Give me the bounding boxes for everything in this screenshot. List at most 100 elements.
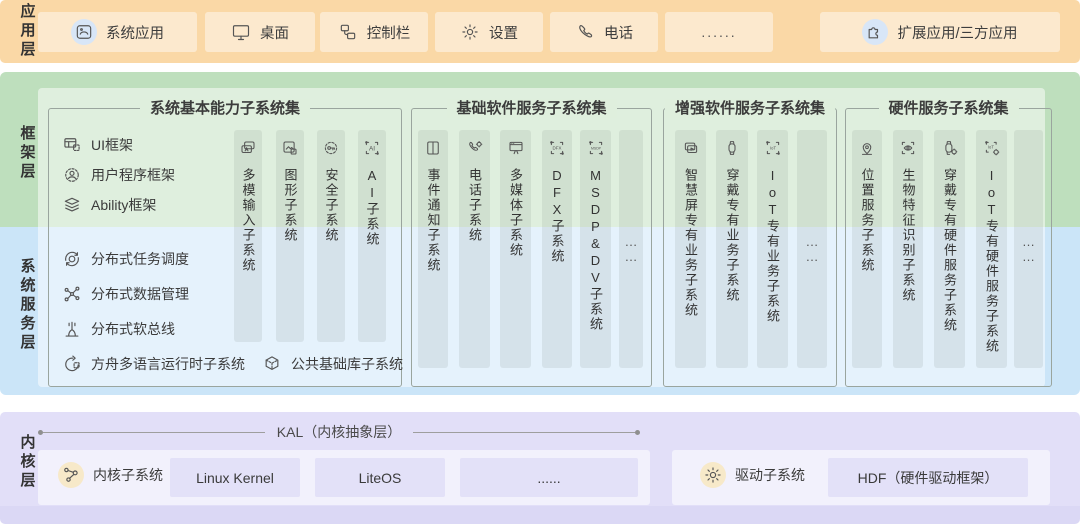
column-label: MSDP&DV子系统 <box>589 168 602 332</box>
svg-text:MSDP: MSDP <box>591 146 602 150</box>
kernel-option-more: ...... <box>460 458 638 497</box>
app-item-label: 扩展应用/三方应用 <box>897 22 1017 43</box>
setbox-title: 系统基本能力子系统集 <box>140 99 310 118</box>
ellipsis-text: …… <box>625 234 638 264</box>
column-more: …… <box>619 130 643 368</box>
hdf-box: HDF（硬件驱动框架） <box>828 458 1028 497</box>
svg-text:DFX: DFX <box>553 146 562 151</box>
service-item-ark-runtime: 方舟多语言运行时子系统 <box>62 353 245 375</box>
biometric-icon <box>899 139 917 157</box>
framework-layer-label: 框架层 <box>16 108 38 198</box>
column-label: 智慧屏专有业务子系统 <box>684 168 697 318</box>
column-label: 穿戴专有业务子系统 <box>726 168 739 303</box>
service-item-label: 分布式数据管理 <box>91 284 189 304</box>
kernel-option-linux: Linux Kernel <box>170 458 300 497</box>
common-library-icon <box>262 354 282 374</box>
column-label: IoT专有业务子系统 <box>766 168 779 324</box>
user-program-framework-icon <box>62 165 82 185</box>
column-label: 图形子系统 <box>284 168 297 243</box>
kernel-subsystem-box: 内核子系统 Linux Kernel LiteOS ...... <box>38 450 650 505</box>
kal-divider: KAL（内核抽象层） <box>38 424 640 440</box>
service-item-label: 分布式软总线 <box>91 319 175 339</box>
app-item-system-apps: 系统应用 <box>38 12 197 52</box>
framework-item-ability: Ability框架 <box>62 194 156 216</box>
column-label: 穿戴专有硬件服务子系统 <box>943 168 956 333</box>
kal-line <box>43 432 265 433</box>
iot-hardware-icon: IoT <box>983 139 1001 157</box>
driver-subsystem-box: 驱动子系统 HDF（硬件驱动框架） <box>672 450 1050 505</box>
iot-icon: IoT <box>764 139 782 157</box>
location-icon <box>858 139 876 157</box>
svg-text:AI: AI <box>369 145 375 152</box>
app-item-more: ...... <box>665 12 773 52</box>
kal-line <box>413 432 635 433</box>
app-item-label: 控制栏 <box>367 22 411 43</box>
kernel-layer-label: 内核层 <box>16 412 38 512</box>
service-item-label: 方舟多语言运行时子系统 <box>91 354 245 374</box>
app-item-label: 系统应用 <box>106 22 164 43</box>
column-more: …… <box>1014 130 1043 368</box>
kernel-subsystem-label: 内核子系统 <box>93 465 163 485</box>
service-item-task-scheduling: 分布式任务调度 <box>62 248 189 270</box>
app-item-label: 设置 <box>489 22 518 43</box>
column-multimedia: 多媒体子系统 <box>500 130 531 368</box>
desktop-icon <box>231 22 251 42</box>
column-event-notification: 事件通知子系统 <box>418 130 448 368</box>
ellipsis-text: …… <box>806 234 819 264</box>
service-item-data-management: 分布式数据管理 <box>62 283 189 305</box>
security-icon <box>322 139 340 157</box>
app-item-label: 桌面 <box>260 22 289 43</box>
driver-subsystem-item: 驱动子系统 <box>700 464 805 486</box>
framework-item-ui: UI框架 <box>62 134 133 156</box>
dfx-icon: DFX <box>548 139 566 157</box>
app-item-settings: 设置 <box>435 12 543 52</box>
column-label: DFX子系统 <box>551 168 564 264</box>
column-multimodal-input: 多模输入子系统 <box>234 130 262 342</box>
column-iot-hardware: IoT IoT专有硬件服务子系统 <box>976 130 1007 368</box>
wearable-hardware-icon <box>941 139 959 157</box>
kernel-icon-circle <box>58 462 84 488</box>
column-label: 安全子系统 <box>325 168 338 243</box>
app-layer-label: 应用层 <box>16 0 38 63</box>
multimedia-icon <box>507 139 525 157</box>
app-item-phone: 电话 <box>550 12 658 52</box>
kernel-option-liteos: LiteOS <box>315 458 445 497</box>
puzzle-icon-circle <box>862 19 888 45</box>
ellipsis-text: …… <box>1022 234 1035 264</box>
column-label: AI子系统 <box>366 168 379 247</box>
column-wearable: 穿戴专有业务子系统 <box>716 130 748 368</box>
column-label: 电话子系统 <box>468 168 481 243</box>
system-app-icon <box>74 22 94 42</box>
service-item-label: 公共基础库子系统 <box>291 354 403 374</box>
framework-item-label: Ability框架 <box>91 195 156 215</box>
column-wearable-hardware: 穿戴专有硬件服务子系统 <box>934 130 965 368</box>
column-msdp-dv: MSDP MSDP&DV子系统 <box>580 130 611 368</box>
distributed-task-icon <box>62 249 82 269</box>
ellipsis-text: ...... <box>701 24 736 40</box>
app-item-label: 电话 <box>604 22 633 43</box>
driver-subsystem-label: 驱动子系统 <box>735 465 805 485</box>
kernel-icon <box>61 465 81 485</box>
service-item-softbus: 分布式软总线 <box>62 318 175 340</box>
driver-gear-icon <box>703 465 723 485</box>
control-bar-icon <box>338 22 358 42</box>
framework-item-user-program: 用户程序框架 <box>62 164 175 186</box>
app-item-control-bar: 控制栏 <box>320 12 428 52</box>
column-label: 多模输入子系统 <box>242 168 255 273</box>
column-label: 位置服务子系统 <box>861 168 874 273</box>
ark-runtime-icon <box>62 354 82 374</box>
settings-gear-icon <box>460 22 480 42</box>
column-graphics: 图形子系统 <box>276 130 304 342</box>
phone-icon <box>575 22 595 42</box>
telephony-icon <box>466 139 484 157</box>
setbox-title: 增强软件服务子系统集 <box>665 99 835 118</box>
app-item-extension-apps: 扩展应用/三方应用 <box>820 12 1060 52</box>
graphics-icon <box>281 139 299 157</box>
puzzle-icon <box>865 22 885 42</box>
column-more: …… <box>797 130 827 368</box>
column-security: 安全子系统 <box>317 130 345 342</box>
svg-text:IoT: IoT <box>987 144 993 149</box>
framework-item-label: UI框架 <box>91 135 133 155</box>
service-item-label: 分布式任务调度 <box>91 249 189 269</box>
service-item-common-library: 公共基础库子系统 <box>262 353 403 375</box>
